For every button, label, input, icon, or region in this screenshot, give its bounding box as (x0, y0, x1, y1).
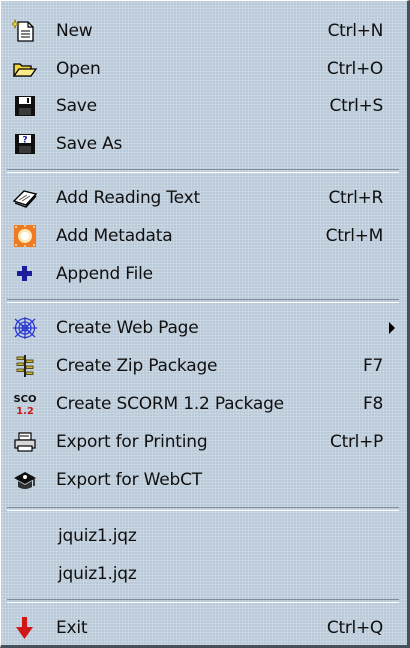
menu-item-label: Export for WebCT (56, 470, 202, 490)
menu-item-label: Add Reading Text (56, 188, 200, 208)
menu-item-shortcut: Ctrl+Q (326, 618, 383, 638)
scorm-icon-text-top: SCO (13, 394, 36, 405)
menu-item-open[interactable]: Open Ctrl+O (3, 50, 405, 88)
menu-item-shortcut: Ctrl+R (328, 188, 383, 208)
menu-separator (7, 599, 399, 603)
menu-item-label: Create Web Page (56, 318, 199, 338)
menu-separator (7, 507, 399, 511)
web-icon (12, 316, 38, 340)
floppy-disk-icon (12, 94, 38, 118)
menu-item-shortcut: Ctrl+O (326, 59, 383, 79)
menu-item-shortcut: Ctrl+M (325, 226, 384, 246)
menu-item-label: Add Metadata (56, 226, 173, 246)
file-menu: New Ctrl+N Open Ctrl+O Save Ctrl+S ? Sav… (0, 0, 410, 648)
menu-item-label: New (56, 21, 93, 41)
menu-item-shortcut: Ctrl+S (329, 96, 384, 116)
menu-separator (7, 169, 399, 173)
menu-item-shortcut: Ctrl+N (327, 21, 384, 41)
recent-file-item[interactable]: jquiz1.jqz (3, 555, 405, 593)
recent-file-item[interactable]: jquiz1.jqz (3, 517, 405, 555)
open-folder-icon (12, 57, 38, 81)
submenu-arrow-icon (389, 322, 395, 334)
menu-item-add-metadata[interactable]: Add Metadata Ctrl+M (3, 217, 405, 255)
menu-item-label: Save (56, 96, 97, 116)
menu-item-shortcut: F8 (363, 394, 383, 414)
menu-item-new[interactable]: New Ctrl+N (3, 12, 405, 50)
book-icon (12, 186, 38, 210)
menu-item-add-reading-text[interactable]: Add Reading Text Ctrl+R (3, 179, 405, 217)
menu-item-save[interactable]: Save Ctrl+S (3, 87, 405, 125)
scorm-icon: SCO 1.2 (12, 392, 38, 416)
menu-item-shortcut: Ctrl+P (330, 432, 383, 452)
menu-item-label: Open (56, 59, 101, 79)
menu-item-label: Create Zip Package (56, 356, 218, 376)
printer-icon (12, 430, 38, 454)
plus-icon (12, 262, 38, 286)
menu-item-label: Export for Printing (56, 432, 208, 452)
menu-item-append-file[interactable]: Append File (3, 255, 405, 293)
webct-icon (12, 468, 38, 492)
menu-item-label: jquiz1.jqz (58, 526, 137, 546)
floppy-question-icon: ? (12, 132, 38, 156)
svg-text:?: ? (22, 136, 27, 146)
new-file-icon (12, 19, 38, 43)
exit-arrow-icon (12, 616, 38, 640)
menu-item-label: Save As (56, 134, 123, 154)
menu-item-label: jquiz1.jqz (58, 564, 137, 584)
menu-item-create-web-page[interactable]: Create Web Page (3, 309, 405, 347)
menu-item-create-zip-package[interactable]: Create Zip Package F7 (3, 347, 405, 385)
menu-item-export-webct[interactable]: Export for WebCT (3, 461, 405, 499)
metadata-icon (12, 224, 38, 248)
zip-icon (12, 354, 38, 378)
menu-item-exit[interactable]: Exit Ctrl+Q (3, 609, 405, 647)
scorm-icon-text-bottom: 1.2 (16, 406, 34, 416)
menu-item-create-scorm-package[interactable]: SCO 1.2 Create SCORM 1.2 Package F8 (3, 385, 405, 423)
menu-item-save-as[interactable]: ? Save As (3, 125, 405, 163)
menu-item-label: Create SCORM 1.2 Package (56, 394, 284, 414)
menu-item-shortcut: F7 (363, 356, 383, 376)
menu-item-export-printing[interactable]: Export for Printing Ctrl+P (3, 423, 405, 461)
menu-item-label: Append File (56, 264, 153, 284)
menu-item-label: Exit (56, 618, 88, 638)
menu-separator (7, 299, 399, 303)
